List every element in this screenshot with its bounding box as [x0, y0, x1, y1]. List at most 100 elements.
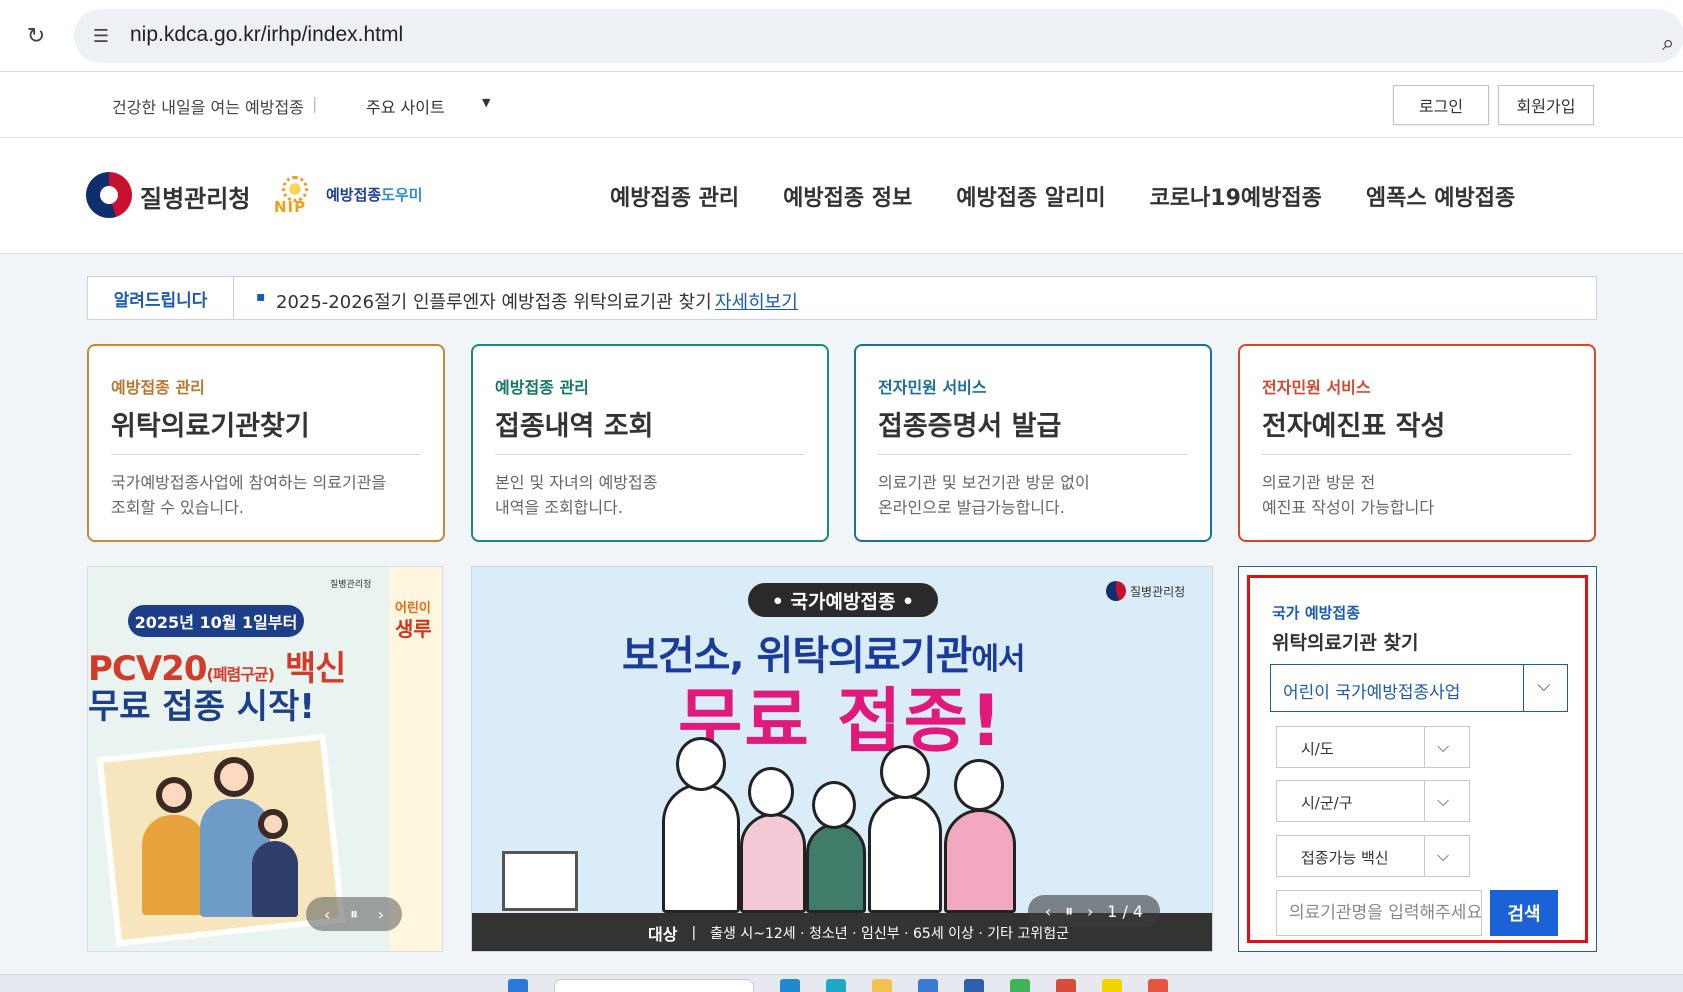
- utility-separator: |: [312, 94, 318, 113]
- card-find-clinic[interactable]: 예방접종 관리 위탁의료기관찾기 국가예방접종사업에 참여하는 의료기관을 조회할…: [87, 344, 445, 542]
- notice-text[interactable]: 2025-2026절기 인플루엔자 예방접종 위탁의료기관 찾기: [276, 288, 712, 314]
- reload-icon[interactable]: ↻: [22, 22, 50, 50]
- nav-vaccination-management[interactable]: 예방접종 관리: [610, 180, 739, 212]
- clinic-name-input[interactable]: [1276, 890, 1482, 936]
- national-vaccination-banner[interactable]: 질병관리청 • 국가예방접종 • 보건소, 위탁의료기관에서 무료 접종! 대상…: [471, 566, 1213, 952]
- child-head-icon: [258, 809, 288, 839]
- notice-more-link[interactable]: 자세히보기: [715, 288, 798, 314]
- signup-button[interactable]: 회원가입: [1498, 85, 1594, 125]
- card-divider: [495, 454, 805, 455]
- site-tagline: 건강한 내일을 여는 예방접종: [112, 98, 304, 117]
- card-certificate-issue[interactable]: 전자민원 서비스 접종증명서 발급 의료기관 및 보건기관 방문 없이 온라인으로…: [854, 344, 1212, 542]
- start-icon[interactable]: [508, 979, 528, 992]
- kdca-logo-text[interactable]: 질병관리청: [140, 179, 250, 214]
- card-desc-line2: 조회할 수 있습니다.: [111, 498, 245, 517]
- card-category: 예방접종 관리: [111, 378, 205, 397]
- url-text[interactable]: nip.kdca.go.kr/irhp/index.html: [130, 23, 403, 47]
- word-icon[interactable]: [964, 979, 984, 992]
- card-description: 의료기관 및 보건기관 방문 없이 온라인으로 발급가능합니다.: [878, 470, 1178, 520]
- card-e-questionnaire[interactable]: 전자민원 서비스 전자예진표 작성 의료기관 방문 전 예진표 작성이 가능합니다: [1238, 344, 1596, 542]
- sido-select[interactable]: 시/도 ⌵: [1276, 726, 1470, 768]
- notice-bullet-icon: ▪: [256, 289, 266, 305]
- person-grandfather: [868, 795, 942, 913]
- dropdown-arrow-icon[interactable]: ▼: [482, 96, 490, 109]
- chevron-down-icon[interactable]: ⌵: [1437, 791, 1449, 811]
- browser-toolbar: ↻ ☰ nip.kdca.go.kr/irhp/index.html ⌕ ☆: [0, 0, 1683, 72]
- banner-headline-2: 무료 접종 시작!: [88, 687, 315, 727]
- target-text: 출생 시~12세 · 청소년 · 임신부 · 65세 이상 · 기타 고위험군: [710, 926, 1070, 942]
- target-label: 대상: [648, 925, 678, 944]
- card-desc-line1: 의료기관 및 보건기관 방문 없이: [878, 473, 1090, 492]
- select-divider: [1424, 836, 1425, 876]
- main-sites-dropdown[interactable]: 주요 사이트: [366, 94, 445, 118]
- card-vaccination-history[interactable]: 예방접종 관리 접종내역 조회 본인 및 자녀의 예방접종 내역을 조회합니다.: [471, 344, 829, 542]
- nip-logo-letters: NIP: [274, 198, 307, 216]
- site-info-icon[interactable]: ☰: [88, 23, 114, 49]
- notice-bar: 알려드립니다 ▪ 2025-2026절기 인플루엔자 예방접종 위탁의료기관 찾…: [87, 276, 1597, 320]
- next-slide-peek: 어린이 생루: [388, 567, 442, 951]
- search-title: 위탁의료기관 찾기: [1272, 632, 1419, 654]
- login-button[interactable]: 로그인: [1393, 85, 1489, 125]
- banner-pill: • 국가예방접종 •: [748, 583, 938, 617]
- nip-logo-text[interactable]: 예방접종도우미: [326, 184, 423, 205]
- card-category: 전자민원 서비스: [1262, 378, 1371, 397]
- app-icon[interactable]: [1056, 979, 1076, 992]
- excel-icon[interactable]: [1010, 979, 1030, 992]
- card-description: 국가예방접종사업에 참여하는 의료기관을조회할 수 있습니다.: [111, 470, 411, 520]
- search-button[interactable]: 검색: [1490, 890, 1558, 936]
- select-divider: [1424, 781, 1425, 821]
- program-select-value: 어린이 국가예방접종사업: [1283, 683, 1461, 703]
- kdca-mark-text: 질병관리청: [1130, 584, 1186, 599]
- clinic-search-panel: 국가 예방접종 위탁의료기관 찾기 어린이 국가예방접종사업 ⌵ 시/도 ⌵ 시…: [1238, 566, 1597, 952]
- sigungu-select[interactable]: 시/군/구 ⌵: [1276, 780, 1470, 822]
- chevron-down-icon[interactable]: ⌵: [1437, 846, 1449, 866]
- taskbar-search-box[interactable]: [554, 979, 754, 992]
- nip-logo-icon[interactable]: NIP: [272, 172, 320, 216]
- card-desc-line1: 국가예방접종사업에 참여하는 의료기관을: [111, 473, 387, 492]
- pcv20-banner[interactable]: 어린이 생루 질병관리청 2025년 10월 1일부터 PCV20(폐렴구균) …: [87, 566, 443, 952]
- app-icon[interactable]: [780, 979, 800, 992]
- nav-covid19-vaccination[interactable]: 코로나19예방접종: [1150, 180, 1322, 212]
- utility-bar: 건강한 내일을 여는 예방접종 | 주요 사이트 ▼ 로그인 회원가입: [0, 72, 1683, 138]
- pause-button[interactable]: ⏸: [1065, 901, 1073, 921]
- kakao-icon[interactable]: [1102, 979, 1122, 992]
- person-father-head: [676, 737, 726, 791]
- zoom-icon[interactable]: ⌕: [1662, 31, 1674, 56]
- chevron-down-icon[interactable]: ⌵: [1537, 675, 1551, 696]
- nav-mpox-vaccination[interactable]: 엠폭스 예방접종: [1366, 180, 1515, 212]
- kdca-logo-icon[interactable]: [86, 172, 132, 218]
- browser-icon[interactable]: [826, 979, 846, 992]
- chevron-down-icon[interactable]: ⌵: [1437, 737, 1449, 757]
- card-description: 의료기관 방문 전 예진표 작성이 가능합니다: [1262, 470, 1562, 520]
- banner-date-pill: 2025년 10월 1일부터: [128, 605, 304, 637]
- app-icon[interactable]: [1148, 979, 1168, 992]
- card-divider: [878, 454, 1188, 455]
- nav-vaccination-alert[interactable]: 예방접종 알리미: [956, 180, 1105, 212]
- next-slide-button[interactable]: ›: [378, 905, 384, 924]
- hospital-building-icon: [502, 851, 578, 911]
- person-grandmother-head: [954, 759, 1004, 811]
- pause-button[interactable]: ⏸: [350, 904, 358, 924]
- prev-slide-button[interactable]: ‹: [1045, 902, 1051, 921]
- people-illustration: [662, 737, 1022, 913]
- prev-slide-button[interactable]: ‹: [324, 905, 330, 924]
- nip-name-part-b: 도우미: [381, 186, 423, 204]
- site-header: 질병관리청 NIP 예방접종도우미 예방접종 관리 예방접종 정보 예방접종 알…: [0, 138, 1683, 254]
- person-grandfather-head: [880, 745, 930, 799]
- main-navigation: 예방접종 관리 예방접종 정보 예방접종 알리미 코로나19예방접종 엠폭스 예…: [610, 180, 1515, 212]
- kdca-mark-icon: [1106, 581, 1126, 601]
- sido-select-value: 시/도: [1301, 740, 1334, 758]
- mother-body: [142, 815, 206, 915]
- person-teen-head: [812, 781, 856, 829]
- card-title: 전자예진표 작성: [1262, 411, 1446, 442]
- nav-vaccination-info[interactable]: 예방접종 정보: [783, 180, 912, 212]
- store-icon[interactable]: [918, 979, 938, 992]
- folder-icon[interactable]: [872, 979, 892, 992]
- program-select[interactable]: 어린이 국가예방접종사업 ⌵: [1270, 664, 1568, 712]
- banner-kdca-logo: 질병관리청: [330, 580, 372, 590]
- vaccine-select[interactable]: 접종가능 백신 ⌵: [1276, 835, 1470, 877]
- address-bar[interactable]: ☰ nip.kdca.go.kr/irhp/index.html ⌕ ☆: [74, 9, 1683, 63]
- card-desc-line2: 내역을 조회합니다.: [495, 498, 623, 517]
- next-slide-button[interactable]: ›: [1087, 902, 1093, 921]
- person-grandmother: [944, 809, 1016, 913]
